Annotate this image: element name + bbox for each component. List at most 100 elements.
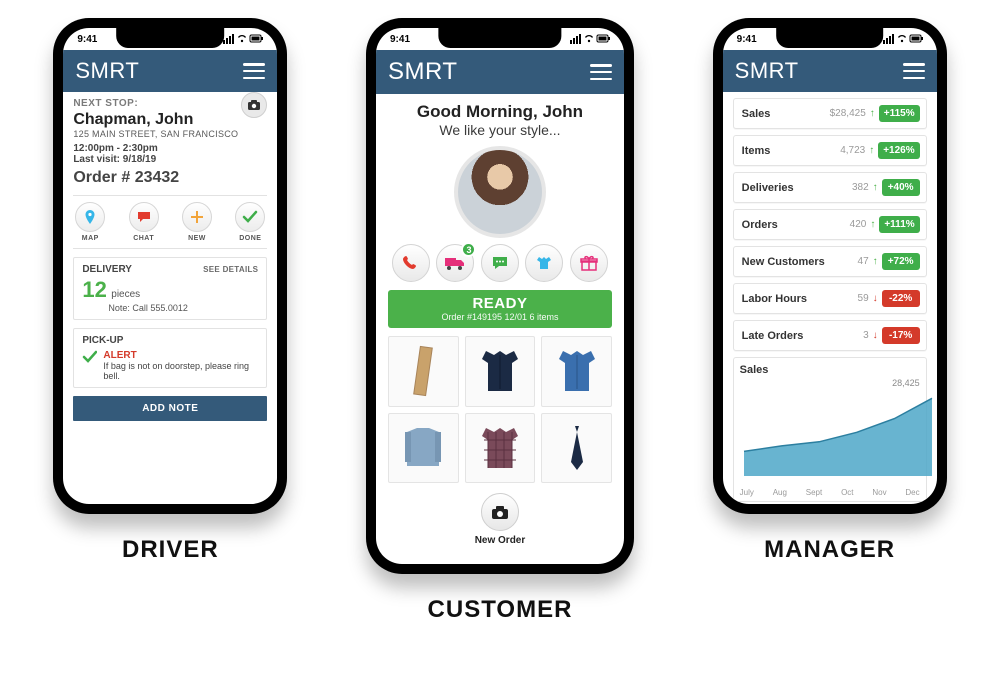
- greeting-line2: We like your style...: [388, 122, 612, 138]
- pin-icon: [82, 209, 98, 225]
- manager-caption: MANAGER: [764, 536, 895, 564]
- done-label: DONE: [239, 235, 261, 242]
- axis-tick: Dec: [905, 488, 919, 497]
- chat-icon: [136, 210, 152, 224]
- status-icons: [883, 34, 923, 45]
- kpi-row-deliveries[interactable]: Deliveries382↑+40%: [733, 172, 927, 203]
- axis-tick: Oct: [841, 488, 853, 497]
- pickup-instructions: If bag is not on doorstep, please ring b…: [103, 361, 258, 381]
- kpi-label: Late Orders: [742, 330, 863, 342]
- customer-phone-frame: 9:41 SMRT Good Morning, John We like you…: [366, 18, 634, 574]
- item-sweater[interactable]: [388, 413, 459, 484]
- new-order-button[interactable]: [481, 493, 519, 531]
- kpi-row-orders[interactable]: Orders420↑ +111%: [733, 209, 927, 240]
- kpi-delta: +126%: [878, 142, 919, 159]
- pieces-count: 12: [82, 277, 106, 303]
- axis-tick: Sept: [806, 488, 822, 497]
- chat-label: CHAT: [133, 235, 154, 242]
- brand-logo: SMRT: [388, 58, 458, 86]
- menu-icon[interactable]: [590, 64, 612, 80]
- chat-button[interactable]: CHAT: [129, 202, 159, 242]
- delivery-note: Note: Call 555.0012: [108, 303, 258, 313]
- kpi-label: Items: [742, 145, 841, 157]
- kpi-label: Orders: [742, 219, 850, 231]
- kpi-label: Deliveries: [742, 182, 852, 194]
- kpi-row-items[interactable]: Items4,723↑+126%: [733, 135, 927, 166]
- phone-icon: [402, 254, 420, 272]
- last-visit: Last visit: 9/18/19: [73, 154, 267, 165]
- time-window: 12:00pm - 2:30pm: [73, 143, 267, 154]
- chart-title: Sales: [740, 364, 920, 376]
- customer-name: Chapman, John: [73, 111, 267, 129]
- arrow-up-icon: ↑: [870, 108, 875, 119]
- delivery-title: DELIVERY: [82, 264, 132, 275]
- gift-icon: [580, 254, 598, 272]
- item-scarf[interactable]: [388, 336, 459, 407]
- arrow-up-icon: ↑: [873, 182, 878, 193]
- pickup-title: PICK-UP: [82, 335, 258, 346]
- kpi-delta: -17%: [882, 327, 920, 344]
- kpi-row-sales[interactable]: Sales$28,425↑+115%: [733, 98, 927, 129]
- ready-subtitle: Order #149195 12/01 6 items: [388, 312, 612, 322]
- kpi-delta: +111%: [879, 216, 919, 233]
- status-time: 9:41: [737, 34, 757, 45]
- arrow-up-icon: ↑: [870, 219, 875, 230]
- add-note-button[interactable]: ADD NOTE: [73, 396, 267, 421]
- brand-logo: SMRT: [75, 58, 139, 84]
- status-time: 9:41: [77, 34, 97, 45]
- kpi-row-labor-hours[interactable]: Labor Hours59↓-22%: [733, 283, 927, 314]
- driver-caption: DRIVER: [122, 536, 219, 564]
- kpi-delta: -22%: [882, 290, 920, 307]
- message-button[interactable]: [481, 244, 519, 282]
- menu-icon[interactable]: [903, 63, 925, 79]
- camera-icon: [247, 99, 261, 111]
- new-button[interactable]: NEW: [182, 202, 212, 242]
- brand-logo: SMRT: [735, 58, 799, 84]
- axis-tick: Nov: [872, 488, 886, 497]
- arrow-up-icon: ↑: [873, 256, 878, 267]
- item-tie[interactable]: [541, 413, 612, 484]
- rewards-button[interactable]: [570, 244, 608, 282]
- sales-chart-card: Sales28,425JulyAugSeptOctNovDec: [733, 357, 927, 502]
- kpi-row-new-customers[interactable]: New Customers47↑+72%: [733, 246, 927, 277]
- manager-phone-frame: 9:41 SMRT Sales$28,425↑+115% Items4,723↑+…: [713, 18, 947, 514]
- new-order: New Order: [388, 493, 612, 546]
- camera-icon: [491, 505, 509, 520]
- delivery-button[interactable]: 3: [436, 244, 474, 282]
- ready-banner[interactable]: READY Order #149195 12/01 6 items: [388, 290, 612, 328]
- kpi-value: 3: [863, 330, 869, 341]
- greeting: Good Morning, John We like your style...: [388, 102, 612, 138]
- app-bar: SMRT: [63, 50, 277, 92]
- map-button[interactable]: MAP: [75, 202, 105, 242]
- done-button[interactable]: DONE: [235, 202, 265, 242]
- shirt-icon: [535, 255, 553, 271]
- chart-max-label: 28,425: [740, 378, 920, 388]
- kpi-value: 420: [850, 219, 867, 230]
- new-order-label: New Order: [388, 535, 612, 546]
- call-button[interactable]: [392, 244, 430, 282]
- axis-tick: July: [740, 488, 754, 497]
- sales-area-chart: [740, 390, 936, 480]
- map-label: MAP: [82, 235, 99, 242]
- menu-icon[interactable]: [243, 63, 265, 79]
- kpi-label: Labor Hours: [742, 293, 858, 305]
- item-shirt-plaid[interactable]: [465, 413, 536, 484]
- customer-caption: CUSTOMER: [428, 596, 573, 624]
- plus-icon: [189, 209, 205, 225]
- app-bar: SMRT: [723, 50, 937, 92]
- check-icon: [242, 210, 258, 224]
- driver-phone-frame: 9:41 SMRT NEXT STOP: Chapman, John: [53, 18, 287, 514]
- alert-label: ALERT: [103, 350, 258, 361]
- truck-icon: [444, 255, 466, 271]
- greeting-line1: Good Morning, John: [388, 102, 612, 122]
- item-shirt-blue[interactable]: [541, 336, 612, 407]
- arrow-down-icon: ↓: [873, 330, 878, 341]
- see-details-link[interactable]: SEE DETAILS: [203, 265, 258, 274]
- pickup-card: PICK-UP ALERT If bag is not on doorstep,…: [73, 328, 267, 388]
- garments-button[interactable]: [525, 244, 563, 282]
- next-stop-label: NEXT STOP:: [73, 98, 267, 109]
- chart-x-axis: JulyAugSeptOctNovDec: [740, 488, 920, 497]
- item-blazer[interactable]: [465, 336, 536, 407]
- quick-action-row: 3: [392, 244, 608, 282]
- kpi-row-late-orders[interactable]: Late Orders3 ↓ -17%: [733, 320, 927, 351]
